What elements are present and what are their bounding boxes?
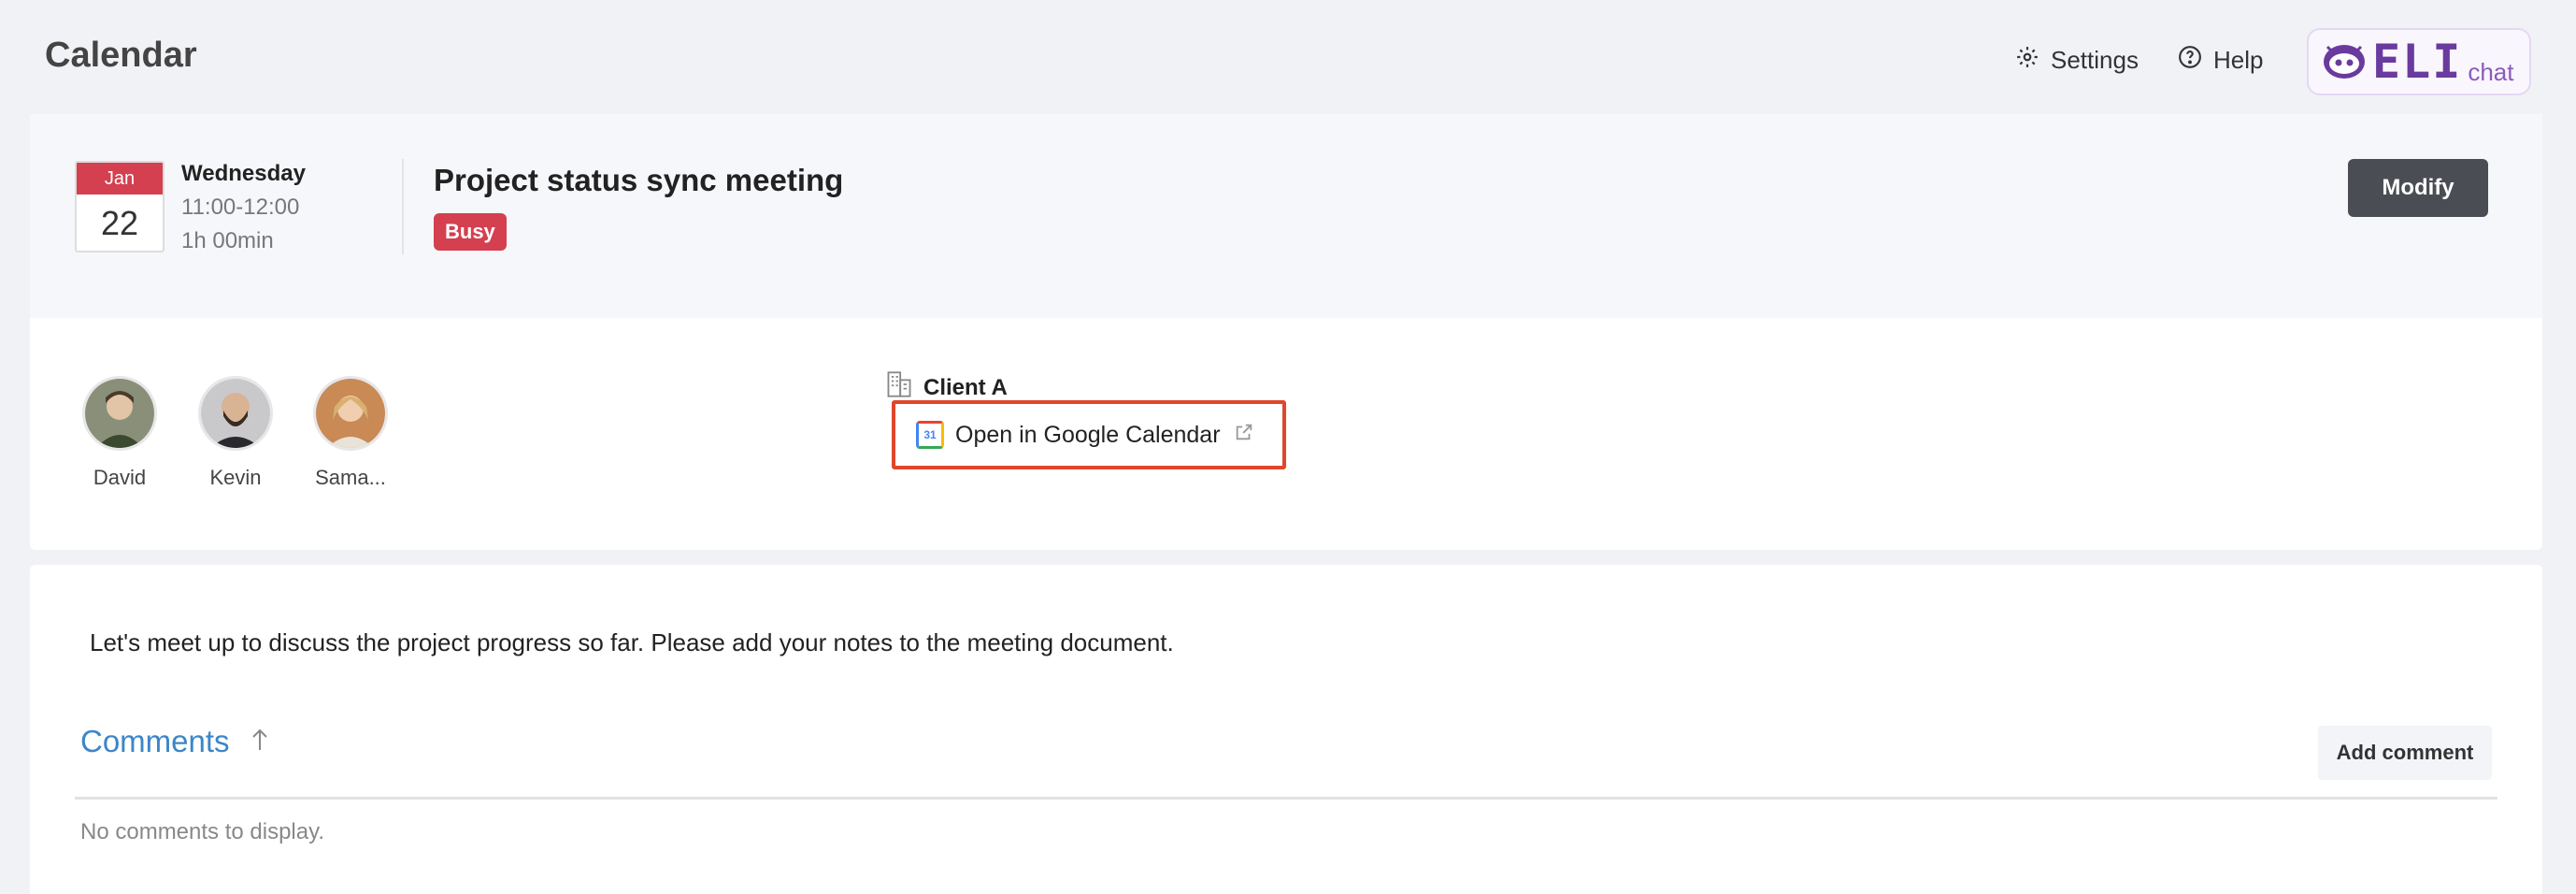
event-description: Let's meet up to discuss the project pro… (90, 628, 1174, 656)
attendee-sama[interactable]: Sama... (299, 376, 402, 490)
eli-chat-logo[interactable]: ELI chat (2307, 28, 2531, 95)
arrow-up-icon (250, 724, 269, 759)
event-when: Wednesday 11:00-12:00 1h 00min (181, 157, 306, 258)
event-details-card: David Kevin Sama... Client A 31 Open in … (30, 318, 2542, 550)
attendee-name: David (93, 466, 147, 489)
empty-comments-message: No comments to display. (80, 819, 324, 844)
event-weekday: Wednesday (181, 161, 306, 186)
date-day: 22 (100, 204, 139, 242)
google-calendar-label: Open in Google Calendar (955, 421, 1221, 448)
vertical-divider (402, 159, 404, 254)
attendee-name: Sama... (315, 466, 386, 489)
modify-button[interactable]: Modify (2348, 159, 2488, 217)
status-badge: Busy (434, 213, 507, 251)
avatar (313, 376, 388, 451)
comments-sort-toggle[interactable]: Comments (80, 724, 269, 759)
event-time-range: 11:00-12:00 (181, 195, 300, 220)
gear-icon (2015, 45, 2051, 76)
logo-text: ELI (2372, 35, 2463, 89)
help-label: Help (2213, 46, 2264, 74)
external-link-icon (1234, 422, 1254, 449)
event-title: Project status sync meeting (434, 163, 844, 197)
page-title: Calendar (45, 36, 197, 75)
robot-mascot-icon (2322, 39, 2367, 85)
description-comments-card: Let's meet up to discuss the project pro… (30, 565, 2542, 894)
event-summary-card: Jan 22 Wednesday 11:00-12:00 1h 00min Pr… (30, 114, 2542, 318)
help-link[interactable]: Help (2178, 45, 2263, 76)
date-month: Jan (77, 163, 163, 195)
event-duration: 1h 00min (181, 228, 274, 253)
settings-label: Settings (2051, 46, 2139, 74)
attendee-kevin[interactable]: Kevin (184, 376, 287, 490)
date-badge: Jan 22 (75, 161, 165, 252)
question-circle-icon (2178, 45, 2213, 76)
settings-link[interactable]: Settings (2015, 45, 2139, 76)
top-header: Calendar Settings Help ELI chat (0, 0, 2576, 112)
comments-divider (75, 797, 2497, 800)
comments-heading: Comments (80, 724, 230, 758)
avatar (198, 376, 273, 451)
avatar (82, 376, 157, 451)
logo-suffix: chat (2468, 57, 2514, 86)
add-comment-button[interactable]: Add comment (2318, 726, 2492, 780)
google-calendar-icon: 31 (916, 421, 944, 449)
attendee-david[interactable]: David (68, 376, 171, 490)
open-google-calendar-link[interactable]: 31 Open in Google Calendar (892, 400, 1286, 469)
attendee-name: Kevin (209, 466, 262, 489)
client-name: Client A (923, 374, 1008, 400)
